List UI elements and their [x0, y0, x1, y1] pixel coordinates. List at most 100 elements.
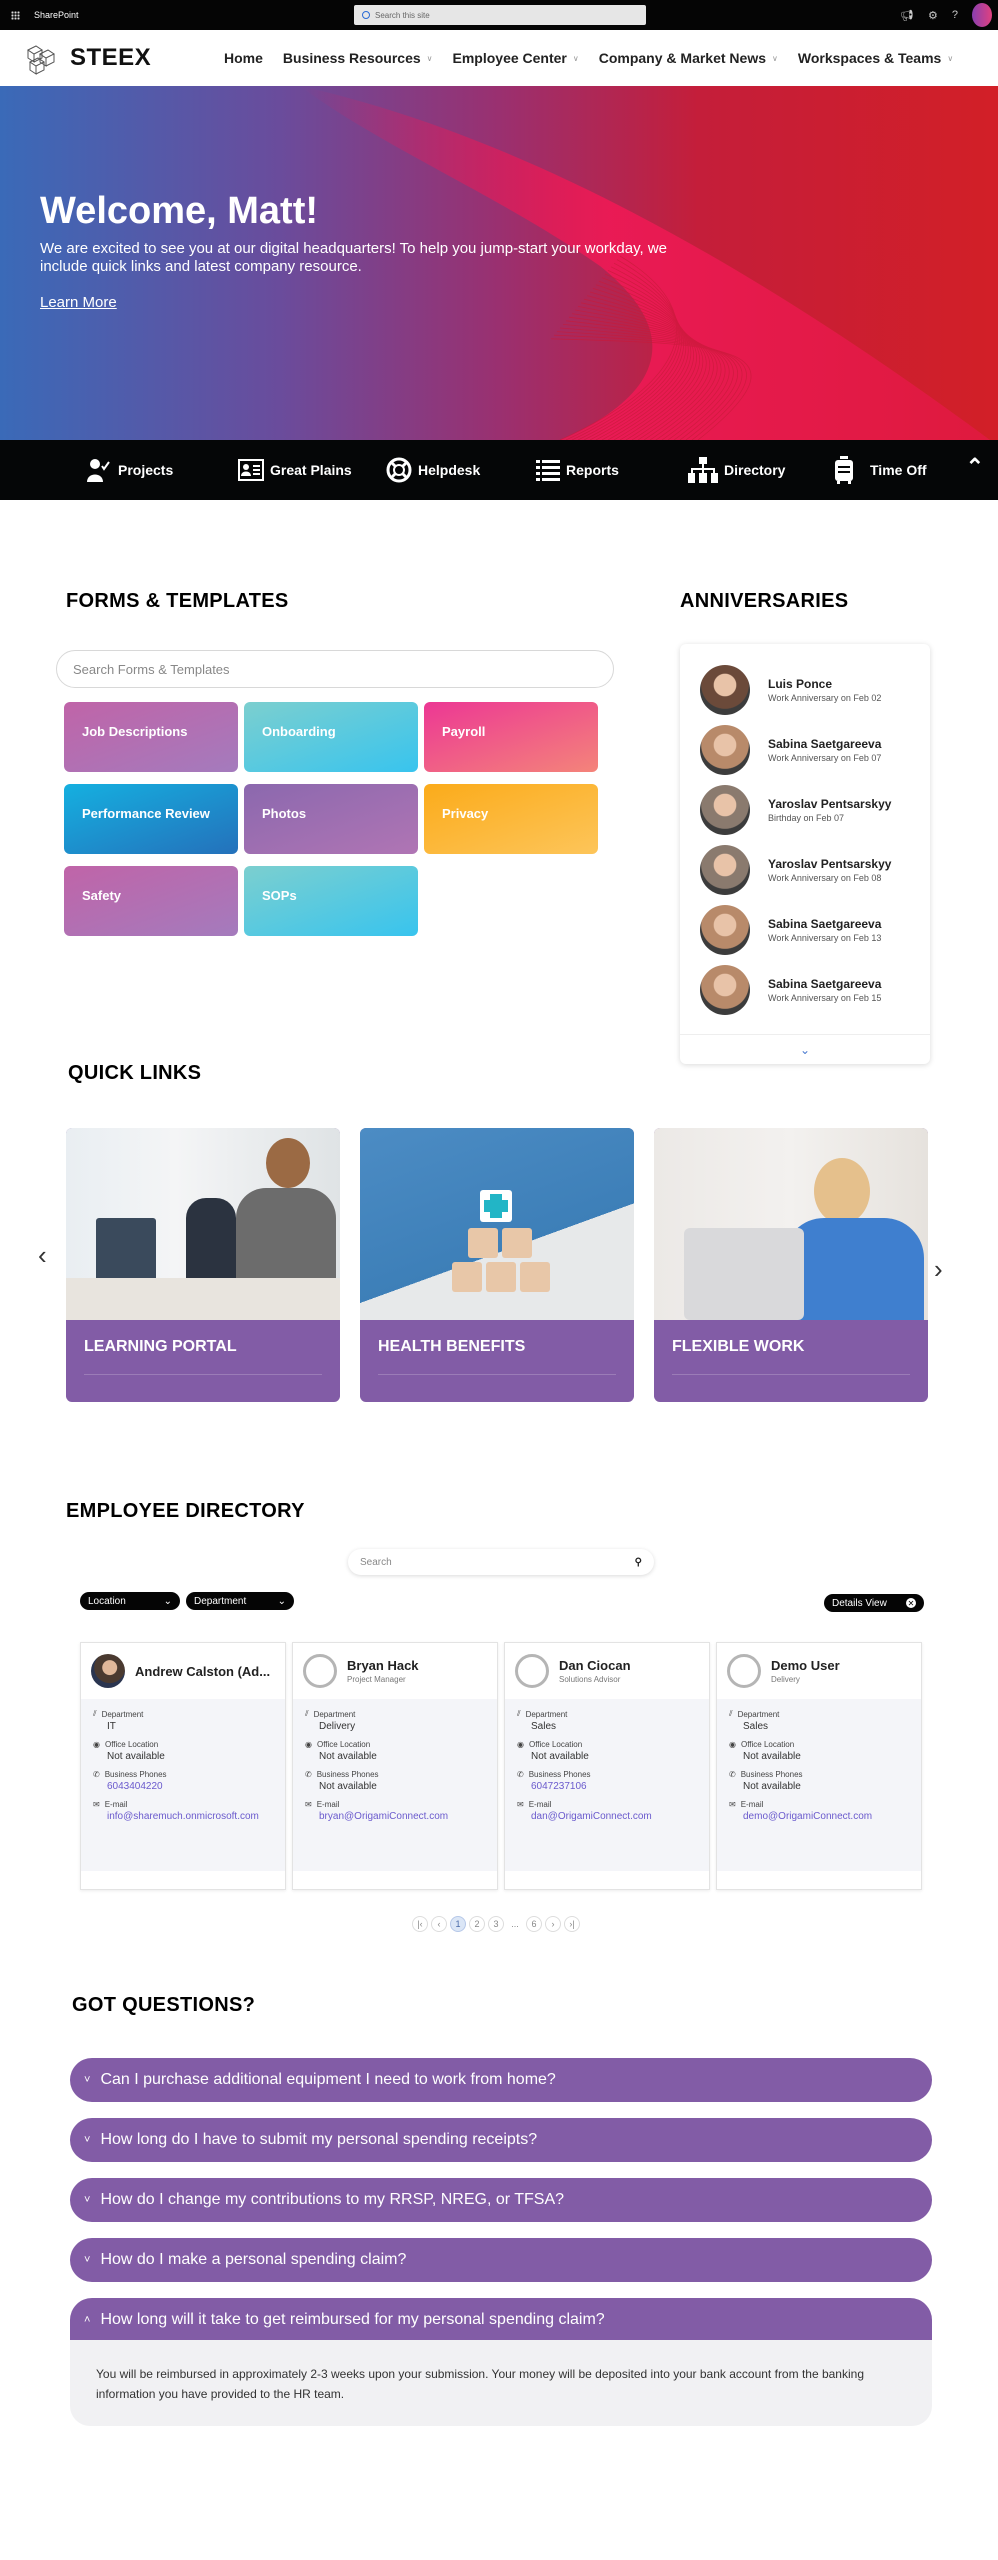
- nav-home[interactable]: Home: [224, 50, 263, 66]
- quick-link-card-flexible-work[interactable]: FLEXIBLE WORK: [654, 1128, 928, 1402]
- quick-link-label: HEALTH BENEFITS: [378, 1338, 526, 1355]
- form-tile-label: Job Descriptions: [82, 724, 188, 739]
- employee-name[interactable]: Dan Ciocan: [559, 1658, 631, 1673]
- field-value[interactable]: bryan@OrigamiConnect.com: [319, 1811, 485, 1822]
- faq-item[interactable]: ˅ How do I make a personal spending claim…: [70, 2238, 932, 2282]
- anniversary-item[interactable]: Sabina Saetgareeva Work Anniversary on Fe…: [700, 900, 881, 960]
- quickbar-helpdesk[interactable]: Helpdesk: [386, 440, 480, 500]
- employee-title: Project Manager: [347, 1675, 406, 1684]
- page-1-button[interactable]: 1: [450, 1916, 466, 1932]
- quick-link-card-health-benefits[interactable]: HEALTH BENEFITS: [360, 1128, 634, 1402]
- employee-field-phones: ✆ Business Phones 6043404220: [93, 1770, 273, 1792]
- page-3-button[interactable]: 3: [488, 1916, 504, 1932]
- department-icon: ⫽: [93, 1709, 97, 1718]
- anniversary-name: Sabina Saetgareeva: [768, 737, 882, 751]
- field-value[interactable]: info@sharemuch.onmicrosoft.com: [107, 1811, 273, 1822]
- nav-workspaces-teams[interactable]: Workspaces & Teams ∨: [798, 50, 953, 66]
- field-label: Business Phones: [316, 1770, 379, 1779]
- first-page-button[interactable]: |‹: [412, 1916, 428, 1932]
- avatar: [700, 905, 750, 955]
- employee-card[interactable]: Bryan Hack Project Manager ⫽ Department Deli…: [292, 1642, 498, 1890]
- form-tile-label: Payroll: [442, 724, 486, 739]
- faq-question: Can I purchase additional equipment I ne…: [100, 2071, 556, 2088]
- faq-item[interactable]: ˅ Can I purchase additional equipment I n…: [70, 2058, 932, 2102]
- quickbar-directory[interactable]: Directory: [688, 440, 785, 500]
- nav-company-market-news[interactable]: Company & Market News ∨: [599, 50, 778, 66]
- chevron-up-icon[interactable]: ⌃: [966, 454, 984, 480]
- employee-field-office: ◉ Office Location Not available: [729, 1740, 909, 1762]
- show-more-button[interactable]: ⌄: [680, 1034, 930, 1064]
- user-avatar[interactable]: [972, 3, 992, 27]
- anniversary-item[interactable]: Yaroslav Pentsarskyy Birthday on Feb 07: [700, 780, 891, 840]
- prev-page-button[interactable]: ‹: [431, 1916, 447, 1932]
- form-tile[interactable]: Safety: [64, 866, 238, 936]
- app-launcher-button[interactable]: [0, 0, 30, 30]
- site-logo-text[interactable]: STEEX: [70, 44, 151, 72]
- employee-card[interactable]: Andrew Calston (Ad... ⫽ Department IT ◉ Offic…: [80, 1642, 286, 1890]
- megaphone-icon[interactable]: 📢︎: [900, 9, 914, 22]
- anniversaries-heading: ANNIVERSARIES: [680, 590, 849, 612]
- department-filter[interactable]: Department ⌄: [186, 1592, 294, 1610]
- page-6-button[interactable]: 6: [526, 1916, 542, 1932]
- lifebuoy-icon: [386, 457, 412, 483]
- quickbar-projects[interactable]: Projects: [86, 440, 173, 500]
- next-page-button[interactable]: ›: [545, 1916, 561, 1932]
- anniversary-item[interactable]: Sabina Saetgareeva Work Anniversary on Fe…: [700, 960, 881, 1020]
- page-2-button[interactable]: 2: [469, 1916, 485, 1932]
- anniversary-item[interactable]: Luis Ponce Work Anniversary on Feb 02: [700, 660, 881, 720]
- details-view-toggle[interactable]: Details View ✕: [824, 1594, 924, 1612]
- employee-field-office: ◉ Office Location Not available: [305, 1740, 485, 1762]
- forms-search-input[interactable]: Search Forms & Templates: [56, 650, 614, 688]
- site-header: STEEX Home Business Resources ∨ Employee …: [0, 30, 998, 86]
- sharepoint-link[interactable]: SharePoint: [34, 10, 79, 20]
- anniversaries-card: Luis Ponce Work Anniversary on Feb 02 Sabi…: [680, 644, 930, 1064]
- employee-card[interactable]: Dan Ciocan Solutions Advisor ⫽ Department Sa…: [504, 1642, 710, 1890]
- faq-item[interactable]: ˄ How long will it take to get reimbursed…: [70, 2298, 932, 2342]
- logo-icon[interactable]: [22, 42, 60, 76]
- faq-item[interactable]: ˅ How do I change my contributions to my …: [70, 2178, 932, 2222]
- form-tile[interactable]: SOPs: [244, 866, 418, 936]
- directory-search-input[interactable]: Search ⚲: [348, 1549, 654, 1575]
- suite-bar: SharePoint Search this site 📢︎ ⚙ ?: [0, 0, 998, 30]
- form-tile[interactable]: Onboarding: [244, 702, 418, 772]
- carousel-prev-button[interactable]: ‹: [38, 1240, 47, 1271]
- nav-employee-center[interactable]: Employee Center ∨: [453, 50, 579, 66]
- employee-name[interactable]: Andrew Calston (Ad...: [135, 1664, 270, 1679]
- form-tile[interactable]: Performance Review: [64, 784, 238, 854]
- form-tile[interactable]: Photos: [244, 784, 418, 854]
- form-tile[interactable]: Privacy: [424, 784, 598, 854]
- employee-name[interactable]: Bryan Hack: [347, 1658, 419, 1673]
- help-icon[interactable]: ?: [952, 9, 958, 21]
- settings-icon[interactable]: ⚙: [928, 9, 938, 22]
- search-icon[interactable]: ⚲: [635, 1557, 642, 1568]
- field-value[interactable]: 6043404220: [107, 1781, 273, 1792]
- nav-business-resources[interactable]: Business Resources ∨: [283, 50, 433, 66]
- directory-search-placeholder: Search: [360, 1556, 392, 1568]
- last-page-button[interactable]: ›|: [564, 1916, 580, 1932]
- carousel-next-button[interactable]: ›: [934, 1254, 943, 1285]
- field-value[interactable]: demo@OrigamiConnect.com: [743, 1811, 909, 1822]
- faq-item[interactable]: ˅ How long do I have to submit my persona…: [70, 2118, 932, 2162]
- employee-card[interactable]: Demo User Delivery ⫽ Department Sales ◉ Office…: [716, 1642, 922, 1890]
- employee-field-office: ◉ Office Location Not available: [93, 1740, 273, 1762]
- form-tile-label: Safety: [82, 888, 122, 903]
- anniversary-item[interactable]: Yaroslav Pentsarskyy Work Anniversary on …: [700, 840, 891, 900]
- field-value[interactable]: dan@OrigamiConnect.com: [531, 1811, 697, 1822]
- employee-name[interactable]: Demo User: [771, 1658, 840, 1673]
- location-filter[interactable]: Location ⌄: [80, 1592, 180, 1610]
- field-value[interactable]: 6047237106: [531, 1781, 697, 1792]
- anniversary-item[interactable]: Sabina Saetgareeva Work Anniversary on Fe…: [700, 720, 881, 780]
- quickbar-time-off[interactable]: Time Off: [834, 440, 927, 500]
- quickbar-great-plains[interactable]: Great Plains: [238, 440, 352, 500]
- learn-more-link[interactable]: Learn More: [40, 294, 117, 311]
- pagination-ellipsis: ...: [511, 1919, 519, 1929]
- quick-link-card-learning-portal[interactable]: LEARNING PORTAL: [66, 1128, 340, 1402]
- anniversary-name: Yaroslav Pentsarskyy: [768, 797, 892, 811]
- form-tile[interactable]: Job Descriptions: [64, 702, 238, 772]
- nav-label: Business Resources: [282, 50, 421, 66]
- employee-field-office: ◉ Office Location Not available: [517, 1740, 697, 1762]
- site-search-input[interactable]: Search this site: [354, 5, 646, 25]
- mail-icon: ✉: [93, 1800, 100, 1809]
- quickbar-reports[interactable]: Reports: [536, 440, 619, 500]
- form-tile[interactable]: Payroll: [424, 702, 598, 772]
